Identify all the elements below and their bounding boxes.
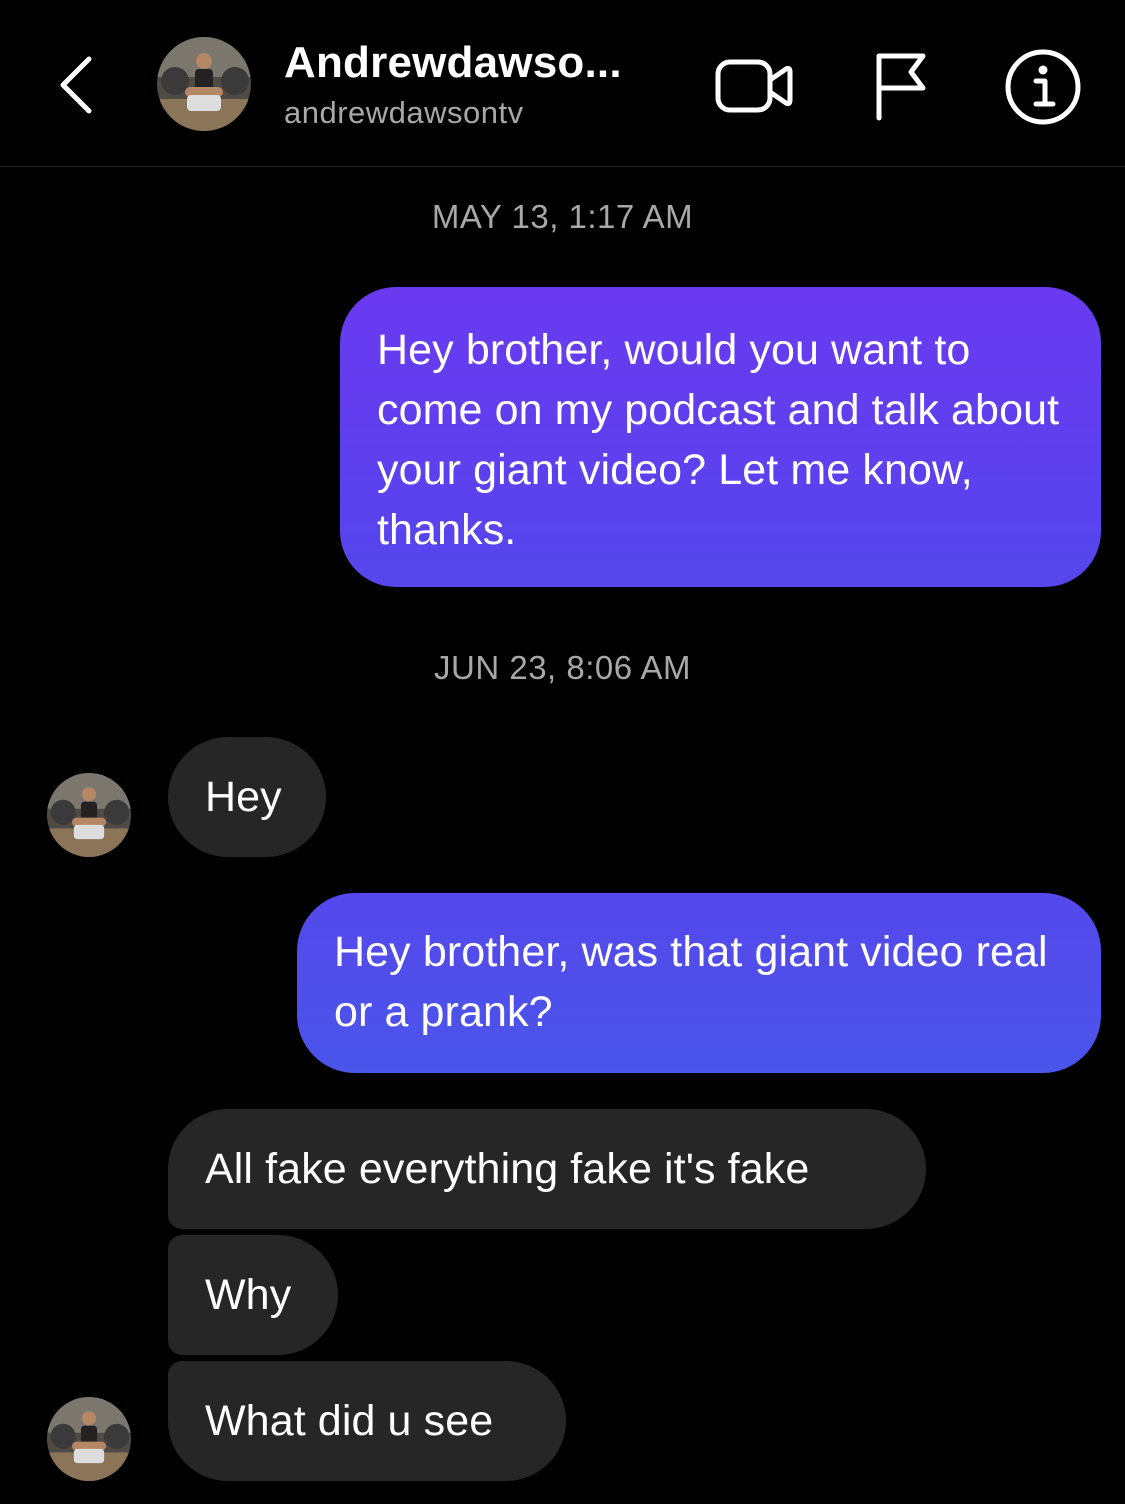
chat-header: Andrewdawso... andrewdawsontv (0, 0, 1125, 167)
video-call-button[interactable] (712, 50, 796, 122)
received-message[interactable]: Why (168, 1235, 338, 1355)
report-button[interactable] (866, 46, 936, 126)
avatar[interactable] (157, 37, 251, 131)
received-message[interactable]: What did u see (168, 1361, 566, 1481)
video-camera-icon (715, 59, 793, 113)
sender-avatar[interactable] (47, 773, 131, 857)
received-message[interactable]: All fake everything fake it's fake (168, 1109, 926, 1229)
info-button[interactable] (1000, 44, 1086, 130)
sent-message[interactable]: Hey brother, was that giant video real o… (297, 893, 1101, 1073)
received-message[interactable]: Hey (168, 737, 326, 857)
info-icon (1005, 49, 1081, 125)
message-timestamp: JUN 23, 8:06 AM (434, 649, 691, 686)
chat-handle: andrewdawsontv (284, 95, 524, 130)
chat-title: Andrewdawso... (284, 38, 622, 87)
flag-icon (876, 53, 926, 121)
chat-title-block[interactable]: Andrewdawso... andrewdawsontv (284, 36, 684, 132)
sender-avatar[interactable] (47, 1397, 131, 1481)
back-button[interactable] (40, 40, 110, 130)
chevron-left-icon (60, 56, 92, 114)
sent-message[interactable]: Hey brother, would you want to come on m… (340, 287, 1101, 587)
message-timestamp: MAY 13, 1:17 AM (431, 198, 694, 235)
